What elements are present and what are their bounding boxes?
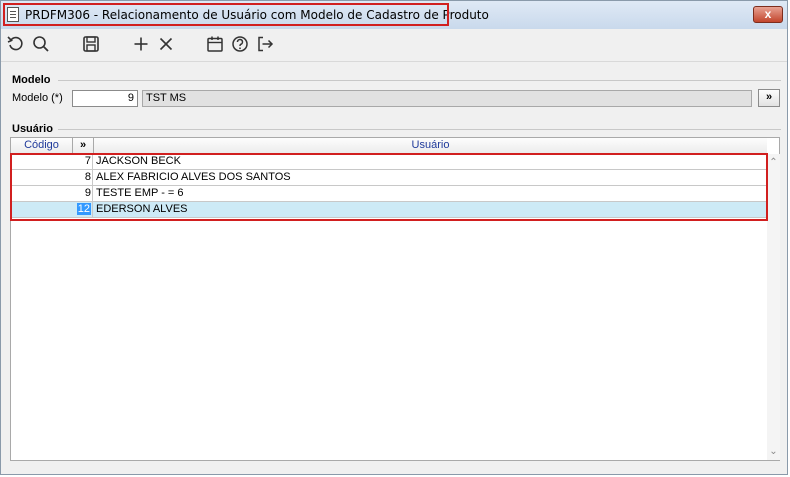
row-code-cell: 8 [11, 170, 93, 186]
table-row[interactable]: 8 ALEX FABRICIO ALVES DOS SANTOS [11, 170, 767, 186]
table-row-selected[interactable]: 12 EDERSON ALVES [11, 202, 767, 218]
calendar-icon[interactable] [204, 33, 226, 55]
grid-header: Código » Usuário [11, 138, 767, 154]
row-user-name: EDERSON ALVES [96, 203, 188, 215]
row-code-cell[interactable]: 12 [11, 202, 93, 218]
close-button[interactable]: x [753, 6, 783, 23]
table-row[interactable]: 9 TESTE EMP - = 6 [11, 186, 767, 202]
add-icon[interactable] [130, 33, 152, 55]
grid-scrollbar[interactable]: ⌃ ⌄ [767, 154, 780, 460]
usuario-grid: Código » Usuário 7 JACKSON BECK 8 ALEX F… [10, 137, 780, 461]
usuario-group-border [58, 129, 781, 130]
modelo-lookup-button[interactable]: » [758, 89, 780, 107]
row-user-name: TESTE EMP - = 6 [96, 187, 184, 199]
row-code[interactable]: 12 [76, 203, 91, 215]
row-code: 7 [84, 155, 91, 167]
scroll-up-icon[interactable]: ⌃ [767, 156, 780, 169]
toolbar [1, 29, 787, 61]
row-code: 8 [84, 171, 91, 183]
row-code-cell: 7 [11, 154, 93, 170]
usuario-section-title: Usuário [12, 123, 53, 135]
row-user-name: JACKSON BECK [96, 155, 181, 167]
window-title: PRDFM306 - Relacionamento de Usuário com… [25, 8, 489, 22]
modelo-name-field: TST MS [142, 90, 752, 107]
app-window: PRDFM306 - Relacionamento de Usuário com… [0, 0, 788, 475]
exit-icon[interactable] [254, 33, 276, 55]
column-expand-button[interactable]: » [73, 138, 94, 153]
modelo-section-title: Modelo [12, 74, 51, 86]
help-icon[interactable] [229, 33, 251, 55]
search-icon[interactable] [30, 33, 52, 55]
toolbar-separator [1, 61, 787, 62]
row-user-name: ALEX FABRICIO ALVES DOS SANTOS [96, 171, 291, 183]
table-row[interactable]: 7 JACKSON BECK [11, 154, 767, 170]
scroll-down-icon[interactable]: ⌄ [767, 445, 780, 458]
column-header-usuario[interactable]: Usuário [94, 138, 767, 153]
column-header-codigo[interactable]: Código [11, 138, 73, 153]
document-icon [7, 7, 19, 22]
row-code-cell: 9 [11, 186, 93, 202]
modelo-group-border [58, 80, 781, 81]
refresh-icon[interactable] [5, 33, 27, 55]
modelo-code-input[interactable]: 9 [72, 90, 138, 107]
title-bar: PRDFM306 - Relacionamento de Usuário com… [1, 1, 787, 29]
modelo-field-label: Modelo (*) [12, 92, 63, 104]
row-code: 9 [84, 187, 91, 199]
delete-icon[interactable] [155, 33, 177, 55]
save-icon[interactable] [80, 33, 102, 55]
